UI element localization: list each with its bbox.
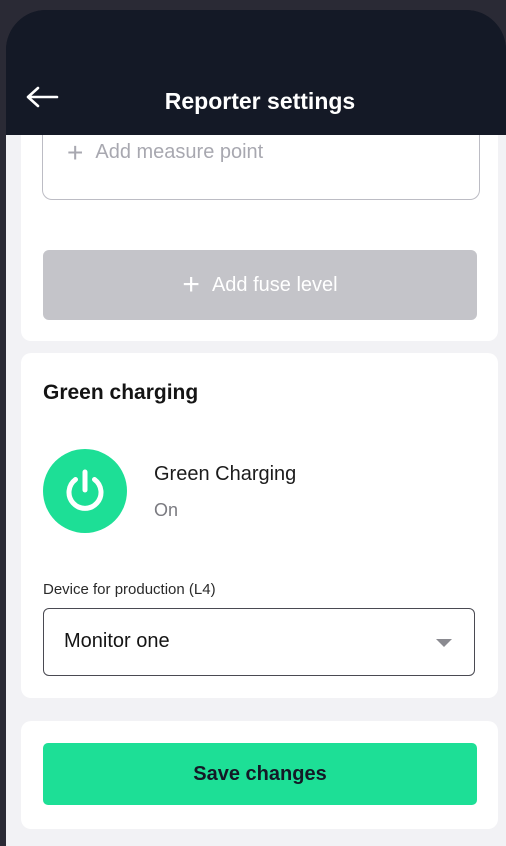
section-title: Green charging: [43, 381, 199, 404]
caret-down-icon: [436, 639, 452, 647]
power-icon: [66, 469, 104, 511]
settings-content[interactable]: + Add measure point + Add fuse level Gre…: [6, 135, 506, 846]
add-fuse-level-label: Add fuse level: [211, 273, 338, 296]
app-header: Reporter settings: [6, 10, 506, 135]
add-measure-point-button[interactable]: + Add measure point: [67, 136, 264, 168]
add-measure-point-label: Add measure point: [95, 141, 264, 163]
measure-card: + Add measure point + Add fuse level: [21, 135, 498, 341]
measure-point-box: + Add measure point: [42, 135, 480, 200]
save-changes-button[interactable]: Save changes: [43, 743, 477, 805]
plus-icon: +: [67, 136, 84, 168]
phone-frame: Reporter settings + Add measure point + …: [6, 10, 506, 846]
device-select[interactable]: Monitor one: [43, 608, 475, 676]
plus-icon: +: [182, 268, 200, 301]
actions-card: Save changes: [21, 721, 498, 829]
page-title: Reporter settings: [164, 88, 356, 114]
green-charging-status: On: [154, 500, 179, 520]
device-field-label: Device for production (L4): [43, 581, 216, 598]
green-charging-toggle[interactable]: [43, 449, 127, 533]
add-fuse-level-button[interactable]: + Add fuse level: [43, 250, 477, 320]
green-charging-label: Green Charging: [154, 463, 297, 485]
green-charging-card: Green charging Green Charging On Device …: [21, 353, 498, 698]
device-select-value: Monitor one: [64, 630, 170, 652]
